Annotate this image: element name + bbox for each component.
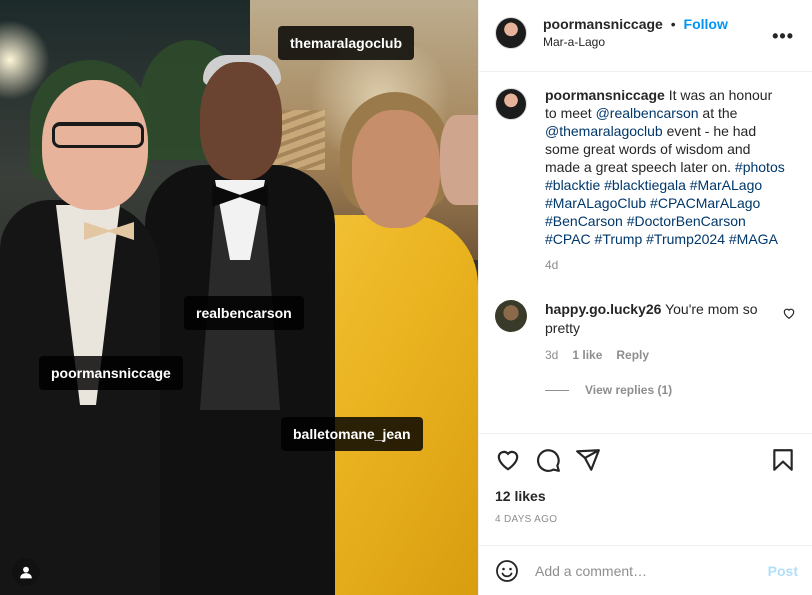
comment-input[interactable] (535, 562, 768, 579)
post-sidebar: poormansniccage • Follow Mar-a-Lago ••• … (478, 0, 812, 595)
man-center-face (200, 62, 282, 180)
tagged-users-button[interactable] (12, 558, 40, 586)
glasses (52, 122, 144, 148)
caption: poormansniccage It was an honour to meet… (495, 86, 796, 274)
post-date[interactable]: 4 DAYS AGO (495, 514, 796, 525)
avatar[interactable] (495, 88, 527, 120)
heart-icon[interactable] (495, 447, 521, 473)
separator-dot: • (670, 16, 676, 32)
caption-time[interactable]: 4d (545, 256, 785, 274)
comment-body: happy.go.lucky26 You're mom so pretty 3d… (545, 300, 765, 365)
caption-part: at the (698, 105, 738, 121)
view-replies-label: View replies (1) (585, 383, 673, 397)
location-link[interactable]: Mar-a-Lago (543, 33, 728, 51)
user-icon (20, 566, 32, 579)
photo-tag[interactable]: balletomane_jean (281, 417, 423, 451)
bookmark-icon[interactable] (770, 447, 796, 473)
background-person (440, 115, 478, 205)
caption-username[interactable]: poormansniccage (545, 87, 665, 103)
comment-meta: 3d 1 like Reply (545, 346, 765, 365)
avatar[interactable] (495, 300, 527, 332)
reply-button[interactable]: Reply (616, 348, 649, 362)
likes-count[interactable]: 12 likes (495, 488, 796, 504)
follow-button[interactable]: Follow (684, 16, 728, 32)
comment-username[interactable]: happy.go.lucky26 (545, 301, 661, 317)
post-button[interactable]: Post (768, 563, 798, 579)
add-comment-bar: Post (479, 545, 812, 595)
avatar[interactable] (495, 17, 527, 49)
comment-likes[interactable]: 1 like (572, 348, 602, 362)
post-header: poormansniccage • Follow Mar-a-Lago ••• (479, 0, 812, 72)
view-replies-button[interactable]: View replies (1) (545, 383, 796, 397)
heart-icon[interactable] (782, 306, 796, 320)
author-username[interactable]: poormansniccage (543, 16, 663, 32)
comment: happy.go.lucky26 You're mom so pretty 3d… (495, 300, 796, 365)
photo-tag[interactable]: poormansniccage (39, 356, 183, 390)
header-text: poormansniccage • Follow Mar-a-Lago (543, 15, 728, 51)
mention-link[interactable]: @realbencarson (596, 105, 699, 121)
post-photo[interactable]: themaralagoclub realbencarson poormansni… (0, 0, 478, 595)
comment-icon[interactable] (535, 447, 561, 473)
comments-area[interactable]: poormansniccage It was an honour to meet… (479, 72, 812, 433)
emoji-icon[interactable] (495, 559, 519, 583)
share-icon[interactable] (575, 447, 601, 473)
post-modal: themaralagoclub realbencarson poormansni… (0, 0, 812, 595)
comment-time[interactable]: 3d (545, 348, 558, 362)
action-icons (495, 446, 796, 474)
photo-tag[interactable]: themaralagoclub (278, 26, 415, 60)
more-options-icon[interactable]: ••• (772, 26, 794, 47)
divider-line (545, 389, 569, 391)
caption-text: poormansniccage It was an honour to meet… (545, 86, 785, 274)
actions-section: 12 likes 4 DAYS AGO (479, 433, 812, 545)
photo-tag[interactable]: realbencarson (184, 296, 304, 330)
woman-face (352, 110, 440, 228)
mention-link[interactable]: @themaralagoclub (545, 123, 663, 139)
